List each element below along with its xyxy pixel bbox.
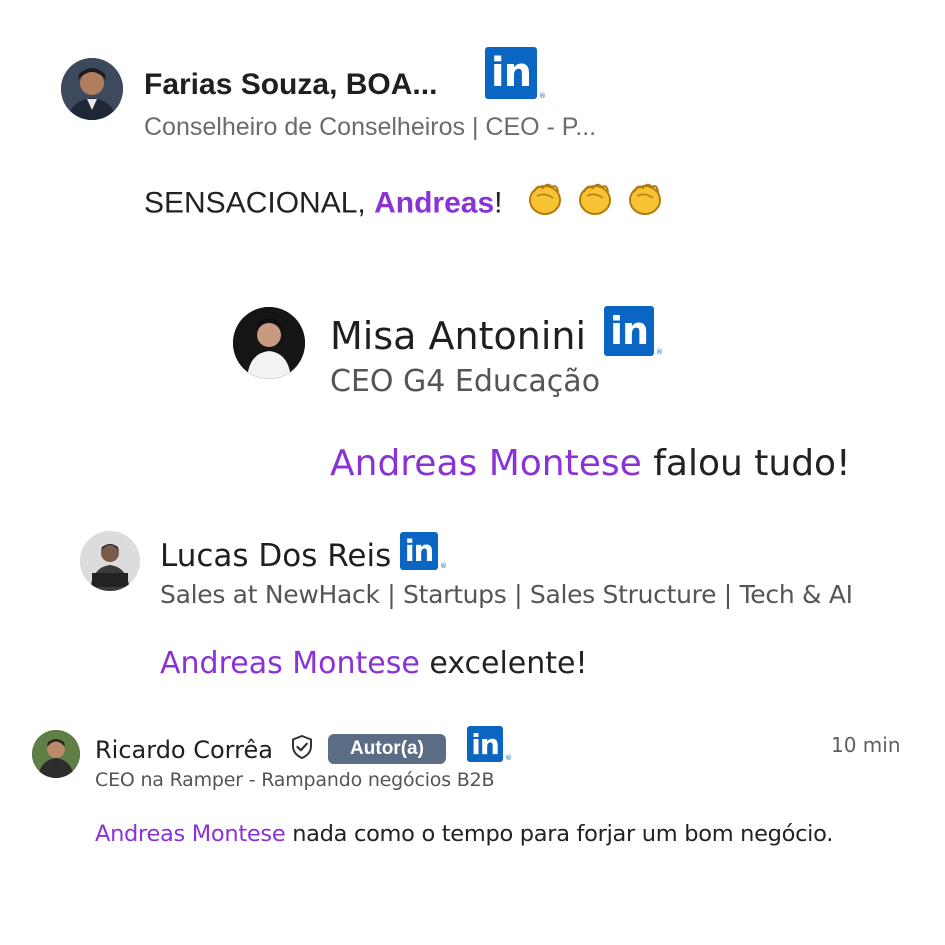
author-headline: Sales at NewHack | Startups | Sales Stru… <box>160 580 853 609</box>
author-headline: CEO G4 Educação <box>330 364 601 399</box>
clapping-hands-icon <box>525 178 565 231</box>
comment-text-after: ! <box>494 186 503 220</box>
avatar[interactable] <box>61 58 123 120</box>
comment-text: SENSACIONAL, Andreas! <box>144 178 665 222</box>
linkedin-icon: in <box>467 726 503 762</box>
author-headline: CEO na Ramper - Rampando negócios B2B <box>95 769 495 791</box>
comment-text: Andreas Montese nada como o tempo para f… <box>95 821 833 847</box>
linkedin-icon: in <box>400 532 438 570</box>
linkedin-icon: in <box>485 47 537 99</box>
comment-text: Andreas Montese excelente! <box>160 646 588 681</box>
clapping-hands-icon <box>575 178 615 231</box>
registered-mark: ® <box>656 348 663 356</box>
mention-link[interactable]: Andreas Montese <box>160 646 420 681</box>
avatar[interactable] <box>32 730 80 778</box>
author-name[interactable]: Misa Antonini <box>330 314 586 358</box>
mention-link[interactable]: Andreas Montese <box>330 443 642 484</box>
linkedin-icon: in <box>604 306 654 356</box>
registered-mark: ® <box>505 754 512 762</box>
author-badge: Autor(a) <box>328 734 446 764</box>
comment-text-after: nada como o tempo para forjar um bom neg… <box>285 821 834 847</box>
author-name[interactable]: Farias Souza, BOA... <box>144 68 437 102</box>
comment-text-after: falou tudo! <box>641 443 851 484</box>
comment-text: Andreas Montese falou tudo! <box>330 443 851 484</box>
avatar[interactable] <box>80 531 140 591</box>
registered-mark: ® <box>539 92 546 100</box>
author-name[interactable]: Ricardo Corrêa <box>95 736 273 764</box>
verified-shield-icon <box>288 733 316 765</box>
mention-link[interactable]: Andreas <box>374 186 494 219</box>
comment-text-after: excelente! <box>419 646 588 681</box>
mention-link[interactable]: Andreas Montese <box>95 821 286 847</box>
avatar[interactable] <box>233 307 305 379</box>
author-headline: Conselheiro de Conselheiros | CEO - P... <box>144 113 597 141</box>
author-name[interactable]: Lucas Dos Reis <box>160 538 391 574</box>
comment-text-before: SENSACIONAL, <box>144 186 375 220</box>
clapping-hands-icon <box>625 178 665 231</box>
comment-time: 10 min <box>831 733 901 757</box>
registered-mark: ® <box>440 562 447 570</box>
